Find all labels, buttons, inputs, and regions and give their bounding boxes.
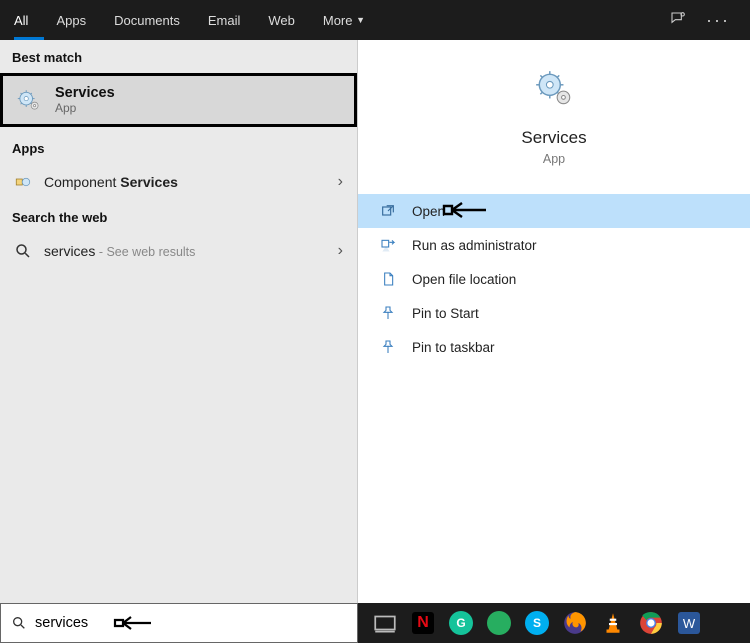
tab-documents[interactable]: Documents	[100, 0, 194, 40]
annotation-arrow	[438, 199, 750, 224]
best-match-label: Best match	[0, 40, 357, 73]
action-label: Pin to Start	[412, 306, 479, 321]
action-pin-start[interactable]: Pin to Start	[358, 296, 750, 330]
chrome-icon[interactable]	[638, 610, 664, 636]
action-pin-taskbar[interactable]: Pin to taskbar	[358, 330, 750, 364]
pin-icon	[380, 339, 396, 355]
action-run-admin[interactable]: Run as administrator	[358, 228, 750, 262]
word-icon[interactable]: W	[676, 610, 702, 636]
web-section-label: Search the web	[0, 200, 357, 233]
results-pane: Best match Services App Apps Component S…	[0, 40, 358, 603]
shield-run-icon	[380, 237, 396, 253]
tab-all[interactable]: All	[0, 0, 42, 40]
action-label: Open	[412, 204, 445, 219]
search-box[interactable]	[0, 603, 358, 643]
search-icon	[11, 615, 27, 631]
vlc-icon[interactable]	[600, 610, 626, 636]
tab-apps[interactable]: Apps	[42, 0, 100, 40]
search-filter-tabs: All Apps Documents Email Web More ▼ ···	[0, 0, 750, 40]
apps-section-label: Apps	[0, 131, 357, 164]
task-view-icon[interactable]	[372, 610, 398, 636]
preview-title: Services	[521, 128, 586, 148]
result-label: services - See web results	[44, 243, 326, 259]
result-web-services[interactable]: services - See web results ›	[0, 233, 357, 269]
file-location-icon	[380, 271, 396, 287]
action-label: Open file location	[412, 272, 516, 287]
services-icon	[15, 86, 43, 114]
preview-subtitle: App	[543, 152, 565, 166]
best-match-title: Services	[55, 85, 115, 101]
best-match-services[interactable]: Services App	[0, 73, 357, 127]
taskbar: N G S W	[358, 603, 750, 643]
result-label: Component Services	[44, 174, 326, 190]
search-input[interactable]	[35, 615, 347, 631]
tab-more[interactable]: More ▼	[309, 0, 379, 40]
firefox-icon[interactable]	[562, 610, 588, 636]
best-match-subtitle: App	[55, 101, 115, 115]
chevron-right-icon: ›	[338, 173, 343, 191]
netflix-icon[interactable]: N	[410, 610, 436, 636]
pin-icon	[380, 305, 396, 321]
action-open-location[interactable]: Open file location	[358, 262, 750, 296]
services-icon	[533, 68, 575, 110]
component-services-icon	[14, 173, 32, 191]
app-green-icon[interactable]	[486, 610, 512, 636]
grammarly-icon[interactable]: G	[448, 610, 474, 636]
open-icon	[380, 203, 396, 219]
actions-list: Open Run as administrator Open file loca…	[358, 194, 750, 364]
skype-icon[interactable]: S	[524, 610, 550, 636]
more-options-icon[interactable]: ···	[706, 10, 730, 31]
feedback-icon[interactable]	[670, 11, 686, 30]
preview-pane: Services App Open Run as administrator	[358, 40, 750, 603]
tab-web[interactable]: Web	[254, 0, 309, 40]
action-label: Run as administrator	[412, 238, 537, 253]
chevron-right-icon: ›	[338, 242, 343, 260]
action-open[interactable]: Open	[358, 194, 750, 228]
tab-email[interactable]: Email	[194, 0, 255, 40]
result-component-services[interactable]: Component Services ›	[0, 164, 357, 200]
search-icon	[14, 242, 32, 260]
action-label: Pin to taskbar	[412, 340, 495, 355]
